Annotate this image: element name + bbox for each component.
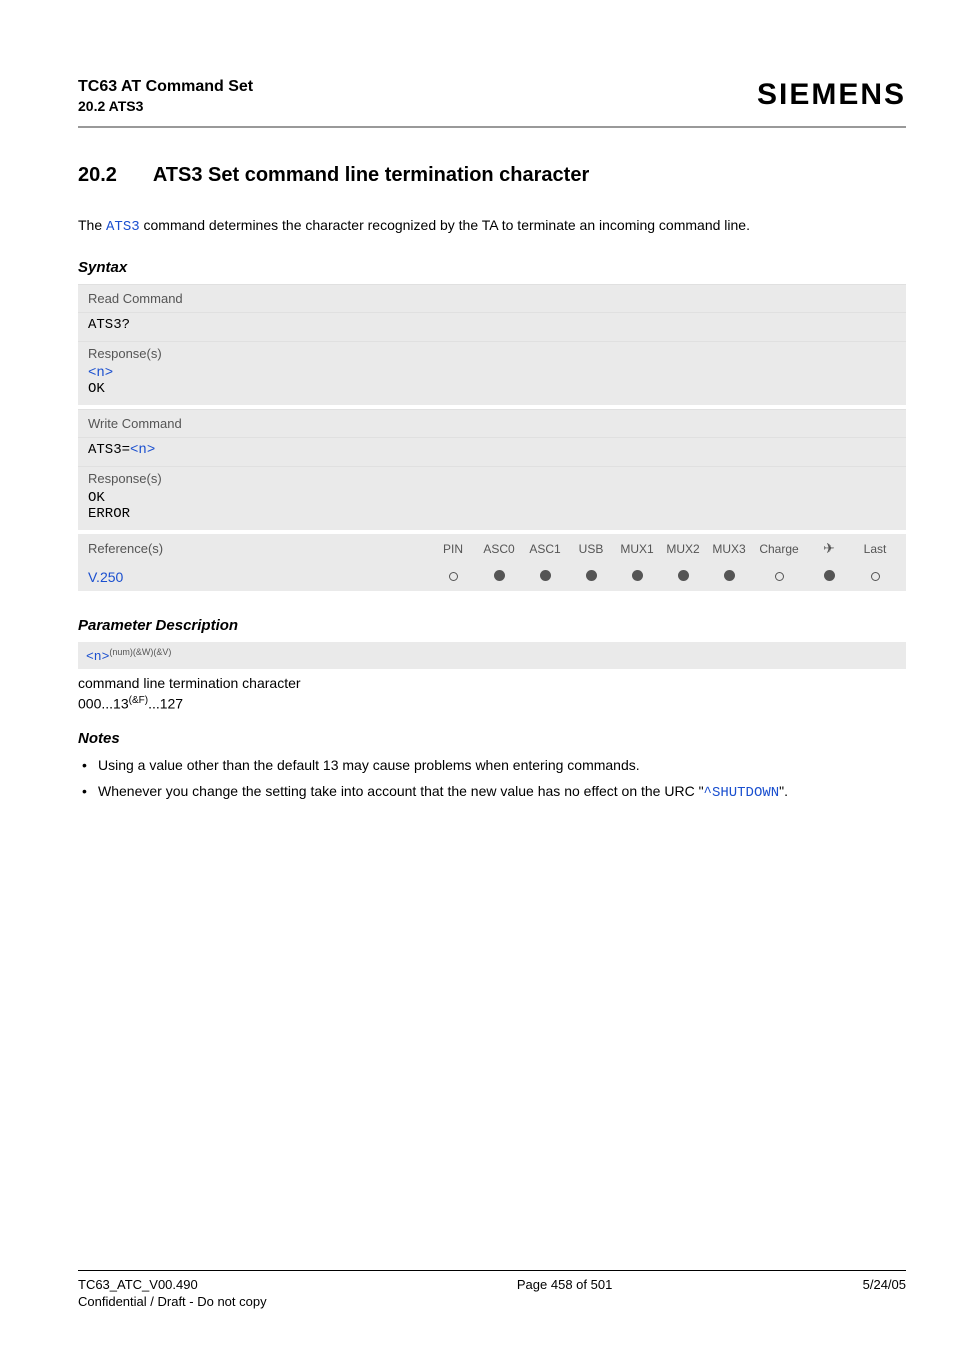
dot-usb	[570, 570, 612, 584]
param-range: 000...13(&F)...127	[78, 695, 906, 712]
section-title-text: ATS3 Set command line termination charac…	[153, 164, 589, 186]
param-n[interactable]: <n>	[86, 649, 109, 664]
intro-paragraph: The ATS3 command determines the characte…	[78, 215, 906, 237]
circle-filled-icon	[724, 570, 735, 581]
read-command-label: Read Command	[78, 284, 906, 313]
circle-filled-icon	[678, 570, 689, 581]
param-desc-heading: Parameter Description	[78, 617, 906, 634]
cap-mux2: MUX2	[662, 542, 704, 556]
circle-filled-icon	[494, 570, 505, 581]
reference-label: Reference(s)	[88, 541, 432, 556]
airplane-icon: ✈	[823, 540, 835, 557]
section-heading: 20.2 ATS3 Set command line termination c…	[78, 164, 906, 187]
read-response-body: <n> OK	[78, 363, 906, 405]
syntax-heading: Syntax	[78, 259, 906, 276]
dot-asc0	[478, 570, 520, 584]
footer-doc-id: TC63_ATC_V00.490	[78, 1277, 267, 1292]
param-description: command line termination character	[78, 675, 906, 691]
note-text: Whenever you change the setting take int…	[98, 781, 906, 803]
dot-asc1	[524, 570, 566, 584]
notes-heading: Notes	[78, 730, 906, 747]
cap-pin: PIN	[432, 542, 474, 556]
footer-date: 5/24/05	[863, 1277, 906, 1309]
shutdown-link[interactable]: ^SHUTDOWN	[704, 785, 780, 801]
note-item: • Using a value other than the default 1…	[82, 755, 906, 775]
dot-airplane	[808, 570, 850, 584]
header-divider	[78, 126, 906, 128]
ats3-link[interactable]: ATS3	[106, 219, 140, 235]
reference-header-row: Reference(s) PIN ASC0 ASC1 USB MUX1 MUX2…	[78, 534, 906, 563]
note-text: Using a value other than the default 13 …	[98, 755, 906, 775]
circle-filled-icon	[824, 570, 835, 581]
cap-asc0: ASC0	[478, 542, 520, 556]
doc-title: TC63 AT Command Set	[78, 78, 253, 96]
cap-charge: Charge	[754, 542, 804, 556]
read-command-code: ATS3?	[78, 313, 906, 341]
write-command-code: ATS3=<n>	[78, 438, 906, 466]
param-definition-box: <n>(num)(&W)(&V)	[78, 642, 906, 669]
write-command-label: Write Command	[78, 409, 906, 438]
param-n-link-write[interactable]: <n>	[130, 442, 155, 458]
circle-empty-icon	[449, 572, 458, 581]
cap-airplane: ✈	[808, 540, 850, 557]
doc-subtitle: 20.2 ATS3	[78, 98, 253, 114]
circle-filled-icon	[586, 570, 597, 581]
bullet-icon: •	[82, 781, 98, 803]
param-n-link[interactable]: <n>	[88, 365, 113, 381]
dot-mux2	[662, 570, 704, 584]
note-item: • Whenever you change the setting take i…	[82, 781, 906, 803]
notes-list: • Using a value other than the default 1…	[78, 755, 906, 804]
cap-asc1: ASC1	[524, 542, 566, 556]
dot-mux1	[616, 570, 658, 584]
param-sup: (num)(&W)(&V)	[109, 647, 171, 657]
write-response-label: Response(s)	[78, 466, 906, 488]
cap-mux3: MUX3	[708, 542, 750, 556]
brand-logo: SIEMENS	[757, 78, 906, 112]
header-left: TC63 AT Command Set 20.2 ATS3	[78, 78, 253, 114]
reference-value[interactable]: V.250	[88, 569, 432, 585]
cap-usb: USB	[570, 542, 612, 556]
dot-last	[854, 570, 896, 584]
section-number: 20.2	[78, 164, 148, 187]
circle-empty-icon	[775, 572, 784, 581]
capability-dots	[432, 570, 896, 584]
dot-charge	[754, 570, 804, 584]
circle-empty-icon	[871, 572, 880, 581]
read-response-label: Response(s)	[78, 341, 906, 363]
dot-pin	[432, 570, 474, 584]
footer-page-number: Page 458 of 501	[267, 1277, 863, 1309]
cap-mux1: MUX1	[616, 542, 658, 556]
circle-filled-icon	[540, 570, 551, 581]
write-response-body: OK ERROR	[78, 488, 906, 530]
reference-value-row: V.250	[78, 563, 906, 591]
capability-header: PIN ASC0 ASC1 USB MUX1 MUX2 MUX3 Charge …	[432, 540, 896, 557]
circle-filled-icon	[632, 570, 643, 581]
page-footer: TC63_ATC_V00.490 Confidential / Draft - …	[78, 1270, 906, 1309]
bullet-icon: •	[82, 755, 98, 775]
dot-mux3	[708, 570, 750, 584]
cap-last: Last	[854, 542, 896, 556]
footer-confidential: Confidential / Draft - Do not copy	[78, 1294, 267, 1309]
